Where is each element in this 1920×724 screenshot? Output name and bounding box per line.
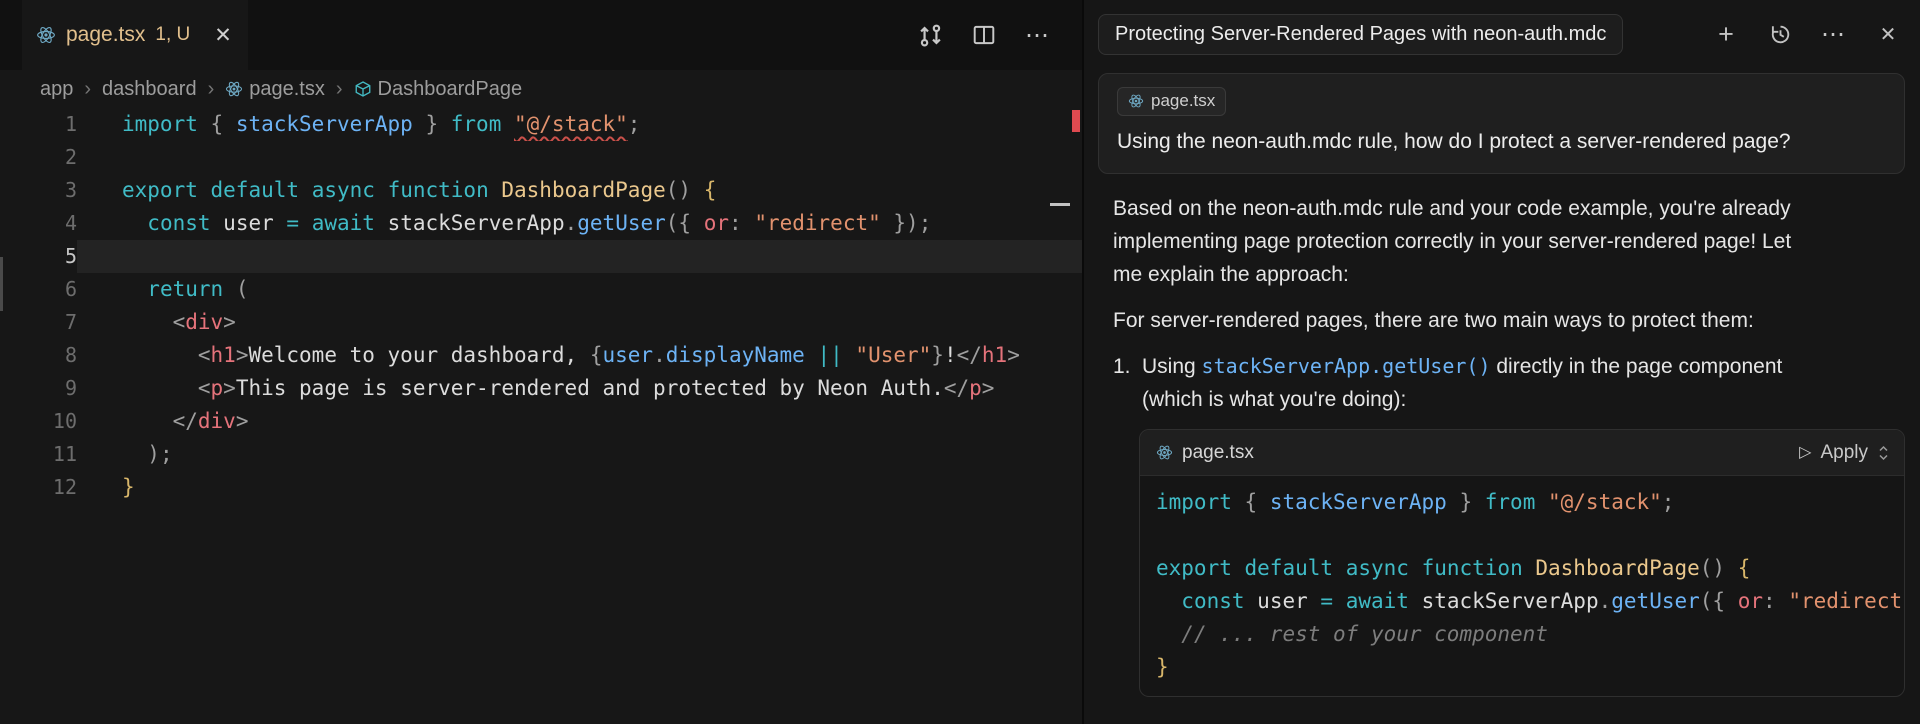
line-number: 7: [0, 306, 77, 339]
apply-button[interactable]: ▷ Apply: [1799, 436, 1890, 469]
line-number: 11: [0, 438, 77, 471]
code-block-filename: page.tsx: [1156, 436, 1254, 469]
chat-panel: Protecting Server-Rendered Pages with ne…: [1084, 0, 1920, 724]
breadcrumb-item-dashboard[interactable]: dashboard: [102, 78, 197, 101]
line-number: 3: [0, 174, 77, 207]
user-question-text: Using the neon-auth.mdc rule, how do I p…: [1117, 127, 1886, 157]
pane-edge-indicator: [0, 257, 3, 311]
history-button[interactable]: [1766, 21, 1794, 49]
line-number: 2: [0, 141, 77, 174]
chat-header: Protecting Server-Rendered Pages with ne…: [1084, 0, 1920, 55]
editor-more-button[interactable]: ⋯: [1024, 21, 1052, 49]
expand-chevrons-icon: [1877, 443, 1890, 463]
code-line[interactable]: 2: [0, 141, 1082, 174]
new-chat-button[interactable]: +: [1712, 21, 1740, 49]
code-line[interactable]: export default async function DashboardP…: [1156, 552, 1904, 585]
code-line[interactable]: 5: [0, 240, 1082, 273]
tab-label: page.tsx: [66, 23, 145, 47]
close-tab-icon[interactable]: ✕: [214, 23, 232, 48]
code-line[interactable]: const user = await stackServerApp.getUse…: [1156, 585, 1904, 618]
code-line[interactable]: 6 return (: [0, 273, 1082, 306]
chat-header-actions: + ⋯ ✕: [1700, 21, 1902, 49]
list-content: Using stackServerApp.getUser() directly …: [1142, 350, 1842, 416]
line-number: 10: [0, 405, 77, 438]
line-number: 6: [0, 273, 77, 306]
code-line[interactable]: 11 );: [0, 438, 1082, 471]
line-number: 12: [0, 471, 77, 504]
breadcrumb-item-symbol[interactable]: DashboardPage: [354, 78, 523, 101]
close-panel-icon[interactable]: ✕: [1874, 21, 1902, 49]
code-line[interactable]: [1156, 519, 1904, 552]
code-line[interactable]: import { stackServerApp } from "@/stack"…: [1156, 486, 1904, 519]
chat-conversation: page.tsx Using the neon-auth.mdc rule, h…: [1084, 55, 1920, 724]
breadcrumb-item-file[interactable]: page.tsx: [225, 78, 325, 101]
code-line[interactable]: 10 </div>: [0, 405, 1082, 438]
code-line[interactable]: 1import { stackServerApp } from "@/stack…: [0, 108, 1082, 141]
list-item: 1. Using stackServerApp.getUser() direct…: [1113, 350, 1905, 416]
chat-title[interactable]: Protecting Server-Rendered Pages with ne…: [1098, 14, 1623, 55]
code-line[interactable]: 9 <p>This page is server-rendered and pr…: [0, 372, 1082, 405]
breadcrumb-item-app[interactable]: app: [40, 78, 73, 101]
breadcrumb: app › dashboard › page.tsx › DashboardPa…: [0, 70, 1082, 108]
line-number: 5: [0, 240, 77, 273]
open-changes-button[interactable]: [916, 21, 944, 49]
play-icon: ▷: [1799, 436, 1811, 469]
react-file-icon: [36, 25, 56, 45]
assistant-paragraph: Based on the neon-auth.mdc rule and your…: [1113, 192, 1813, 291]
code-line[interactable]: 4 const user = await stackServerApp.getU…: [0, 207, 1082, 240]
tab-dirty-badge: 1, U: [155, 24, 190, 46]
code-line[interactable]: 8 <h1>Welcome to your dashboard, {user.d…: [0, 339, 1082, 372]
code-line[interactable]: 3export default async function Dashboard…: [0, 174, 1082, 207]
line-number: 4: [0, 207, 77, 240]
symbol-cube-icon: [354, 80, 372, 98]
split-editor-button[interactable]: [970, 21, 998, 49]
chevron-right-icon: ›: [208, 78, 215, 101]
context-file-chip[interactable]: page.tsx: [1117, 87, 1226, 116]
app-root: page.tsx 1, U ✕ ⋯ app › dashboard › pa: [0, 0, 1920, 724]
overview-cursor-marker: [1050, 203, 1070, 206]
chat-more-button[interactable]: ⋯: [1820, 21, 1848, 49]
overview-error-marker: [1072, 110, 1080, 132]
code-line[interactable]: 12}: [0, 471, 1082, 504]
assistant-message: Based on the neon-auth.mdc rule and your…: [1098, 192, 1905, 697]
line-number: 8: [0, 339, 77, 372]
line-number: 1: [0, 108, 77, 141]
code-block-content[interactable]: import { stackServerApp } from "@/stack"…: [1140, 476, 1904, 696]
editor-pane: page.tsx 1, U ✕ ⋯ app › dashboard › pa: [0, 0, 1082, 724]
editor-actions: ⋯: [916, 0, 1082, 70]
editor-tabbar: page.tsx 1, U ✕ ⋯: [0, 0, 1082, 70]
react-file-icon: [1156, 444, 1173, 461]
react-file-icon: [1128, 93, 1144, 109]
assistant-paragraph: For server-rendered pages, there are two…: [1113, 304, 1905, 337]
inline-code: stackServerApp.getUser(): [1202, 354, 1491, 378]
user-message: page.tsx Using the neon-auth.mdc rule, h…: [1098, 73, 1905, 174]
list-marker: 1.: [1113, 350, 1142, 416]
code-line[interactable]: }: [1156, 651, 1904, 684]
code-block-card: page.tsx ▷ Apply import { stackServerApp…: [1139, 429, 1905, 697]
code-line[interactable]: 7 <div>: [0, 306, 1082, 339]
chevron-right-icon: ›: [84, 78, 91, 101]
code-line[interactable]: // ... rest of your component: [1156, 618, 1904, 651]
code-block-header: page.tsx ▷ Apply: [1140, 430, 1904, 476]
react-file-icon: [225, 80, 243, 98]
line-number: 9: [0, 372, 77, 405]
tab-page-tsx[interactable]: page.tsx 1, U ✕: [22, 0, 248, 70]
code-editor[interactable]: 1import { stackServerApp } from "@/stack…: [0, 108, 1082, 504]
chevron-right-icon: ›: [336, 78, 343, 101]
